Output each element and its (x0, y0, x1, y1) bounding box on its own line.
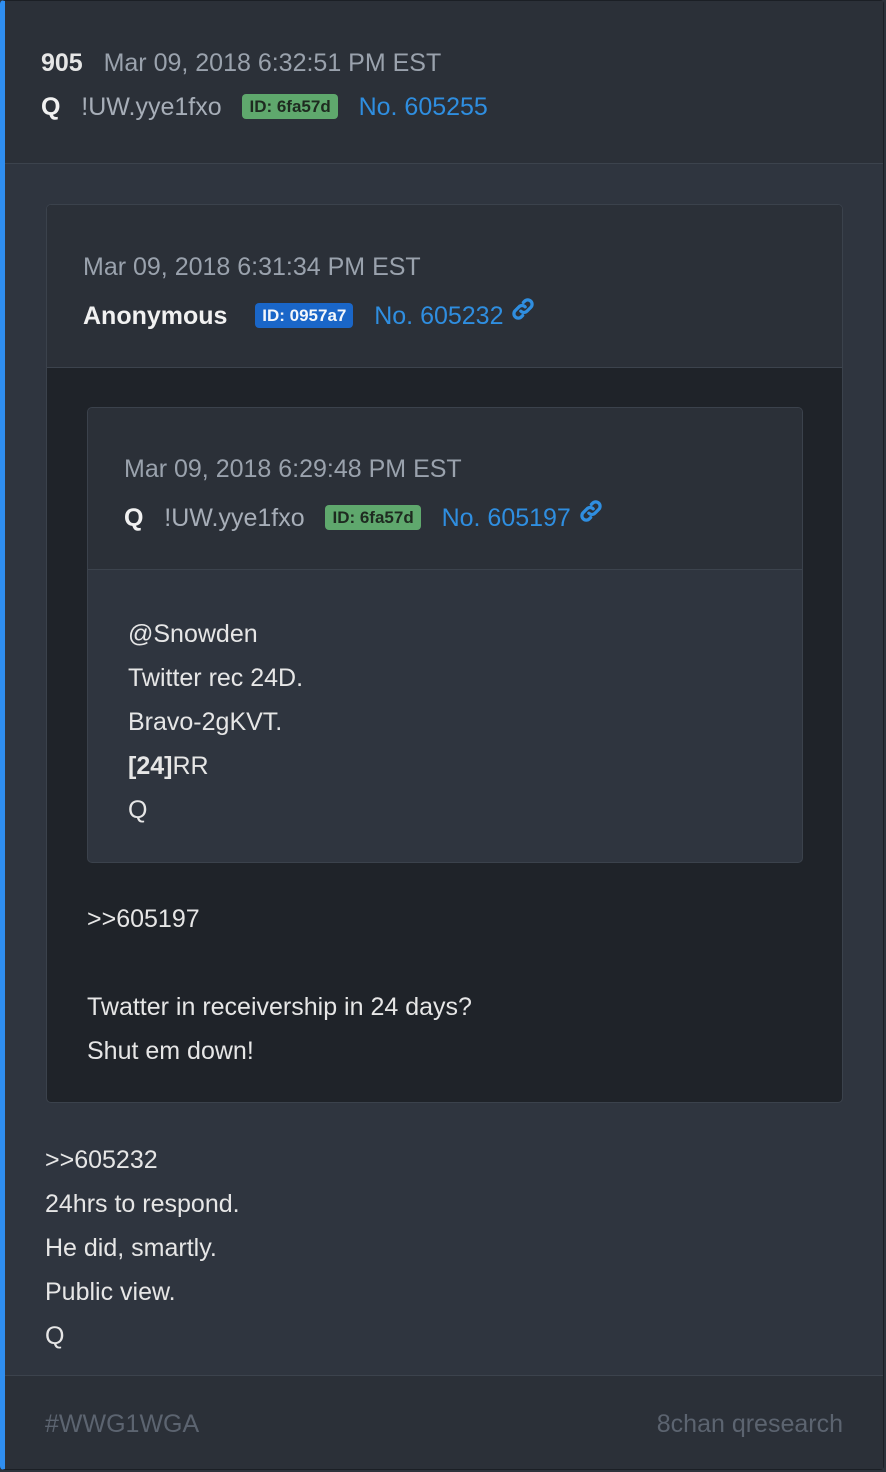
quoted-post-date-line: Mar 09, 2018 6:31:34 PM EST (83, 252, 421, 282)
quote-link[interactable]: >>605197 (87, 897, 472, 941)
id-badge[interactable]: ID: 6fa57d (242, 94, 338, 119)
nested-post-number-link[interactable]: No. 605197 (442, 504, 571, 532)
nested-body-signature: Q (128, 796, 148, 824)
post-footer: #WWG1WGA 8chan qresearch (5, 1375, 883, 1469)
link-chain-icon[interactable] (510, 296, 536, 329)
post-header: 905 Mar 09, 2018 6:32:51 PM EST Q !UW.yy… (5, 1, 883, 164)
quoted-post-number-link[interactable]: No. 605232 (374, 302, 503, 330)
nested-body-line: Twitter rec 24D. (128, 664, 304, 692)
quoted-author-name: Anonymous (83, 302, 228, 330)
quoted-post-header: Mar 09, 2018 6:31:34 PM EST Anonymous ID… (47, 205, 842, 368)
quoted-post: Mar 09, 2018 6:31:34 PM EST Anonymous ID… (46, 204, 843, 1103)
body-signature: Q (45, 1322, 65, 1350)
quoted-post-body: >>605197 Twatter in receivership in 24 d… (87, 897, 472, 1073)
nested-post-date: Mar 09, 2018 6:29:48 PM EST (124, 455, 462, 483)
post-meta-line: 905 Mar 09, 2018 6:32:51 PM EST (41, 48, 441, 78)
post-number-link[interactable]: No. 605255 (359, 93, 488, 121)
nested-author-name: Q (124, 504, 144, 532)
footer-source: 8chan qresearch (656, 1410, 843, 1438)
quoted-post-author-line: Anonymous ID: 0957a7 No. 605232 (83, 296, 536, 331)
nested-quoted-post: Mar 09, 2018 6:29:48 PM EST Q !UW.yye1fx… (87, 407, 803, 863)
nested-tripcode: !UW.yye1fxo (164, 504, 305, 532)
quoted-post-date: Mar 09, 2018 6:31:34 PM EST (83, 253, 421, 281)
body-line: He did, smartly. (45, 1234, 217, 1262)
nested-body-line: [24]RR (128, 744, 303, 788)
nested-post-author-line: Q !UW.yye1fxo ID: 6fa57d No. 605197 (124, 498, 604, 533)
bold-tag: [24] (128, 752, 173, 780)
author-name: Q (41, 93, 61, 121)
post-card: 905 Mar 09, 2018 6:32:51 PM EST Q !UW.yy… (0, 0, 884, 1470)
nested-quoted-post-header: Mar 09, 2018 6:29:48 PM EST Q !UW.yye1fx… (88, 408, 802, 570)
post-date: Mar 09, 2018 6:32:51 PM EST (103, 49, 442, 77)
nested-body-line-rest: RR (172, 752, 209, 780)
nested-post-date-line: Mar 09, 2018 6:29:48 PM EST (124, 454, 462, 484)
body-blank-line (87, 941, 472, 985)
body-line: 24hrs to respond. (45, 1190, 240, 1218)
nested-body-line: @Snowden (128, 620, 258, 648)
post-author-line: Q !UW.yye1fxo ID: 6fa57d No. 605255 (41, 92, 488, 122)
nested-id-badge[interactable]: ID: 6fa57d (325, 505, 421, 530)
body-line: Shut em down! (87, 1037, 254, 1065)
quoted-id-badge[interactable]: ID: 0957a7 (255, 303, 354, 328)
body-line: Public view. (45, 1278, 176, 1306)
nested-body-line: Bravo-2gKVT. (128, 708, 283, 736)
nested-post-body: @Snowden Twitter rec 24D. Bravo-2gKVT. [… (128, 612, 303, 832)
quote-link[interactable]: >>605232 (45, 1138, 240, 1182)
post-body: >>605232 24hrs to respond. He did, smart… (45, 1138, 240, 1358)
post-number: 905 (41, 49, 83, 77)
link-chain-icon[interactable] (578, 498, 604, 531)
body-line: Twatter in receivership in 24 days? (87, 993, 472, 1021)
tripcode: !UW.yye1fxo (81, 93, 222, 121)
footer-hashtag: #WWG1WGA (45, 1410, 200, 1438)
